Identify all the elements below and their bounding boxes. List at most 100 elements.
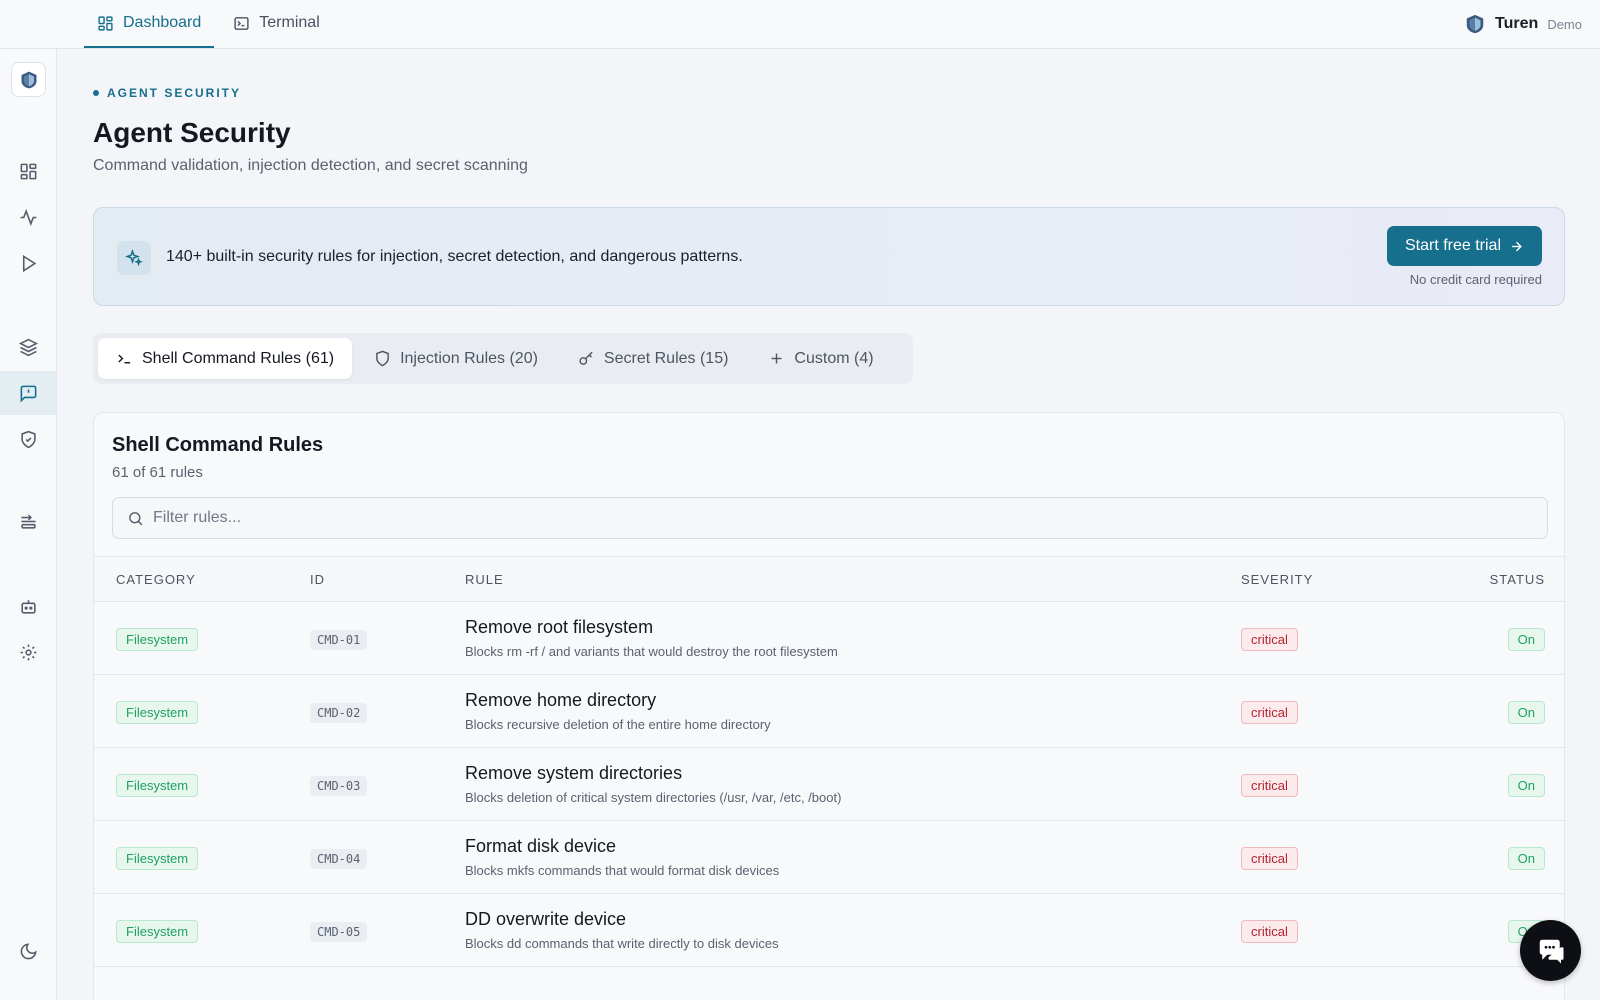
tab-shell-command-rules[interactable]: Shell Command Rules (61) xyxy=(98,338,353,379)
top-bar: Dashboard Terminal Turen Demo xyxy=(0,0,1600,49)
status-toggle[interactable]: On xyxy=(1507,774,1545,797)
category-badge: Filesystem xyxy=(116,774,199,797)
sidebar-item-agents[interactable] xyxy=(0,584,56,628)
key-icon xyxy=(578,350,595,367)
sidebar-theme-toggle[interactable] xyxy=(0,929,56,973)
rule-name: Remove home directory xyxy=(465,690,657,710)
tab-dashboard-label: Dashboard xyxy=(123,14,202,31)
tab-label: Injection Rules (20) xyxy=(400,349,538,367)
rule-description: Blocks dd commands that write directly t… xyxy=(465,936,779,951)
table-row[interactable]: Filesystem CMD-01 Remove root filesystem… xyxy=(94,602,1564,675)
search-icon xyxy=(127,510,144,527)
severity-badge: critical xyxy=(1241,920,1298,943)
tab-label: Shell Command Rules (61) xyxy=(142,349,335,367)
activity-icon xyxy=(19,208,38,227)
brand-plan: Demo xyxy=(1547,16,1582,32)
bot-icon xyxy=(19,597,38,616)
rule-name: DD overwrite device xyxy=(465,909,627,929)
rule-id: CMD-04 xyxy=(310,849,368,869)
sidebar-item-agent-security[interactable] xyxy=(0,371,56,415)
rule-description: Blocks rm -rf / and variants that would … xyxy=(465,644,838,659)
status-toggle[interactable]: On xyxy=(1507,847,1545,870)
column-header-category[interactable]: CATEGORY xyxy=(116,572,196,587)
table-row[interactable]: Filesystem CMD-04 Format disk device Blo… xyxy=(94,821,1564,894)
sidebar-item-routing[interactable] xyxy=(0,499,56,543)
terminal-icon xyxy=(233,15,250,32)
tab-label: Secret Rules (15) xyxy=(603,349,729,367)
cta-note: No credit card required xyxy=(1409,272,1542,287)
rules-card: Shell Command Rules 61 of 61 rules CATEG… xyxy=(93,412,1565,1000)
rule-description: Blocks deletion of critical system direc… xyxy=(465,790,842,805)
sidebar-item-dashboard[interactable] xyxy=(0,149,56,193)
table-row[interactable]: Filesystem CMD-03 Remove system director… xyxy=(94,748,1564,821)
chat-icon xyxy=(1536,936,1566,966)
start-trial-button[interactable]: Start free trial xyxy=(1386,226,1542,266)
tab-terminal-label: Terminal xyxy=(259,14,320,31)
rule-description: Blocks recursive deletion of the entire … xyxy=(465,717,771,732)
rule-name: Remove system directories xyxy=(465,763,683,783)
tab-secret-rules[interactable]: Secret Rules (15) xyxy=(560,338,747,379)
sidebar xyxy=(0,49,57,1000)
rule-name: Format disk device xyxy=(465,836,617,856)
sparkles-icon xyxy=(117,241,151,275)
column-header-status[interactable]: STATUS xyxy=(1490,572,1545,587)
page-subtitle: Command validation, injection detection,… xyxy=(93,157,528,174)
shield-icon xyxy=(374,350,391,367)
severity-badge: critical xyxy=(1241,701,1298,724)
terminal-prompt-icon xyxy=(116,350,133,367)
table-row[interactable]: Filesystem CMD-05 DD overwrite device Bl… xyxy=(94,894,1564,967)
card-title: Shell Command Rules xyxy=(112,434,324,456)
arrow-right-icon xyxy=(1509,239,1524,254)
page-title: Agent Security xyxy=(93,117,291,148)
brand-name: Turen xyxy=(1495,15,1539,32)
status-toggle[interactable]: On xyxy=(1507,701,1545,724)
sidebar-item-layers[interactable] xyxy=(0,325,56,369)
eyebrow-dot xyxy=(93,90,99,96)
sidebar-logo[interactable] xyxy=(11,62,46,97)
severity-badge: critical xyxy=(1241,628,1298,651)
table-row[interactable]: Filesystem CMD-02 Remove home directory … xyxy=(94,675,1564,748)
severity-badge: critical xyxy=(1241,847,1298,870)
banner-text: 140+ built-in security rules for injecti… xyxy=(166,248,743,265)
column-header-id[interactable]: ID xyxy=(310,572,325,587)
chat-support-button[interactable] xyxy=(1520,920,1581,981)
status-toggle[interactable]: On xyxy=(1507,628,1545,651)
top-nav: Dashboard Terminal xyxy=(84,0,339,48)
page-eyebrow: AGENT SECURITY xyxy=(93,86,241,100)
tab-label: Custom (4) xyxy=(794,349,874,367)
rule-id: CMD-01 xyxy=(310,630,368,650)
filter-field[interactable] xyxy=(112,497,1548,539)
filter-input[interactable] xyxy=(153,509,1533,527)
layers-icon xyxy=(18,338,38,357)
rule-id: CMD-03 xyxy=(310,776,368,796)
dashboard-icon xyxy=(19,162,38,181)
trial-banner: 140+ built-in security rules for injecti… xyxy=(93,207,1565,306)
rule-id: CMD-05 xyxy=(310,922,368,942)
shield-check-icon xyxy=(19,430,38,449)
moon-icon xyxy=(19,942,38,961)
sidebar-item-settings[interactable] xyxy=(0,630,56,674)
play-icon xyxy=(19,254,38,273)
category-badge: Filesystem xyxy=(116,628,199,651)
message-alert-icon xyxy=(19,384,38,403)
tab-custom-rules[interactable]: Custom (4) xyxy=(750,338,891,379)
plus-icon xyxy=(768,350,785,367)
turen-logo-icon xyxy=(1464,13,1486,35)
sidebar-item-activity[interactable] xyxy=(0,195,56,239)
tab-injection-rules[interactable]: Injection Rules (20) xyxy=(356,338,556,379)
settings-icon xyxy=(19,643,38,662)
column-header-severity[interactable]: SEVERITY xyxy=(1241,572,1313,587)
table-header: CATEGORY ID RULE SEVERITY STATUS xyxy=(94,556,1564,602)
route-icon xyxy=(19,512,38,531)
tab-dashboard[interactable]: Dashboard xyxy=(84,0,215,48)
table-body: Filesystem CMD-01 Remove root filesystem… xyxy=(94,602,1564,967)
rule-tabs: Shell Command Rules (61) Injection Rules… xyxy=(93,333,913,384)
column-header-rule[interactable]: RULE xyxy=(465,572,504,587)
sidebar-item-run[interactable] xyxy=(0,241,56,285)
rule-description: Blocks mkfs commands that would format d… xyxy=(465,863,780,878)
category-badge: Filesystem xyxy=(116,847,199,870)
tab-terminal[interactable]: Terminal xyxy=(220,0,332,48)
sidebar-item-shield[interactable] xyxy=(0,417,56,461)
brand[interactable]: Turen Demo xyxy=(1464,0,1582,48)
category-badge: Filesystem xyxy=(116,920,199,943)
